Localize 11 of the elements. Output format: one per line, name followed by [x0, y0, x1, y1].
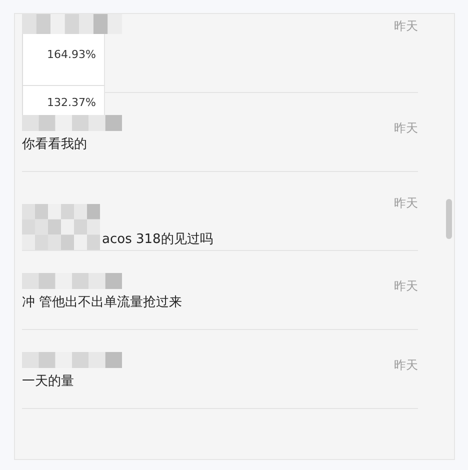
message-text: 一天的量: [22, 373, 74, 391]
message-time: 昨天: [394, 279, 418, 293]
message-time: 昨天: [394, 121, 418, 135]
message-text: 冲 管他出不出单流量抢过来: [22, 294, 182, 312]
table-cell: 164.93%: [23, 34, 105, 86]
message-text: acos 318的见过吗: [102, 231, 213, 249]
message-time: 昨天: [394, 196, 418, 210]
message-time: 昨天: [394, 358, 418, 372]
scrollbar[interactable]: [446, 199, 452, 239]
message-text: 你看看我的: [22, 136, 87, 154]
message-time: 昨天: [394, 19, 418, 33]
